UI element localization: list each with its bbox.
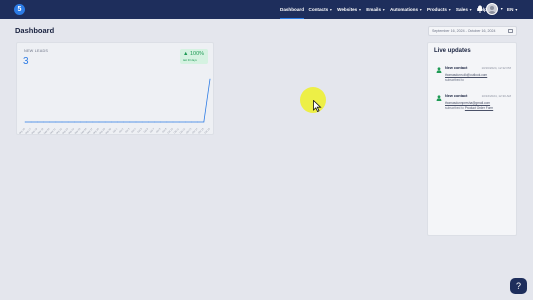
avatar[interactable] xyxy=(486,3,498,15)
leads-data-point xyxy=(147,121,149,123)
leads-data-point xyxy=(141,121,143,123)
leads-data-point xyxy=(123,121,125,123)
leads-data-point xyxy=(49,121,51,123)
x-tick-label: Sep 30 xyxy=(105,128,112,135)
leads-data-point xyxy=(117,121,118,123)
main-nav: Dashboard Contacts▼ Websites▼ Emails▼ Automa… xyxy=(280,0,491,19)
new-leads-card: NEW LEADS 3 ▲ 100% last 30 days Sep 16 Se… xyxy=(16,42,214,135)
leads-data-point xyxy=(110,121,112,123)
date-range-picker[interactable]: September 16, 2024 - October 16, 2024 xyxy=(428,26,517,36)
x-tick-label: Oct 5 xyxy=(137,127,144,134)
nav-item-contacts[interactable]: Contacts▼ xyxy=(309,0,333,19)
form-link[interactable]: Product Order Form xyxy=(465,106,493,110)
live-updates-panel: Live updates New contact 10/16/2024, 12:3… xyxy=(427,42,517,236)
user-add-icon xyxy=(436,95,442,101)
nav-item-products[interactable]: Products▼ xyxy=(427,0,451,19)
nav-item-sales[interactable]: Sales▼ xyxy=(456,0,472,19)
nav-item-automations[interactable]: Automations▼ xyxy=(390,0,423,19)
live-update-time: 10/16/2024, 12:32 PM xyxy=(481,66,511,70)
leads-data-point xyxy=(24,121,26,123)
live-updates-title: Live updates xyxy=(434,48,471,54)
leads-data-point xyxy=(43,121,44,123)
date-range-text: September 16, 2024 - October 16, 2024 xyxy=(432,29,496,33)
leads-data-point xyxy=(80,121,81,123)
leads-data-point xyxy=(55,121,57,123)
page-title: Dashboard xyxy=(15,26,55,35)
nav-item-label: Automations xyxy=(389,7,419,12)
nav-item-dashboard[interactable]: Dashboard xyxy=(280,0,304,19)
nav-item-label: Emails xyxy=(366,7,381,12)
chevron-down-icon: ▼ xyxy=(514,8,519,12)
nav-item-label: Contacts xyxy=(308,7,329,12)
language-selector[interactable]: EN ▼ xyxy=(507,0,518,19)
live-update-name: New contact xyxy=(445,66,468,70)
leads-data-point xyxy=(160,121,162,123)
live-update-name: New contact xyxy=(445,94,468,98)
nav-item-emails[interactable]: Emails▼ xyxy=(366,0,385,19)
chevron-down-icon[interactable]: ▼ xyxy=(500,7,503,11)
mouse-pointer-icon xyxy=(313,100,322,112)
nav-item-label: Dashboard xyxy=(280,7,304,12)
chevron-down-icon: ▼ xyxy=(358,8,362,12)
leads-data-point xyxy=(36,121,38,123)
app-logo[interactable]: 5 xyxy=(14,4,25,15)
chevron-down-icon: ▼ xyxy=(382,8,386,12)
x-tick-label: Oct 7 xyxy=(149,127,156,134)
x-tick-label: Oct 1 xyxy=(112,127,119,134)
leads-data-point xyxy=(178,121,180,123)
live-update-email[interactable]: thomasdunn.dk@outlook.com xyxy=(445,73,487,77)
nav-item-label: Products xyxy=(427,7,447,12)
leads-data-point xyxy=(184,121,186,123)
x-tick-label: Oct 3 xyxy=(125,127,132,134)
help-button[interactable]: ? xyxy=(510,278,527,294)
leads-data-point xyxy=(172,121,174,123)
chevron-down-icon: ▼ xyxy=(329,8,333,12)
chevron-down-icon: ▼ xyxy=(468,8,473,12)
leads-data-point xyxy=(73,121,75,123)
x-tick-label: Oct 16 xyxy=(204,127,211,134)
live-update-time: 10/16/2024, 12:30 AM xyxy=(481,94,511,98)
bell-icon[interactable] xyxy=(477,5,483,13)
chevron-down-icon: ▼ xyxy=(447,8,452,12)
live-update-item: New contact 10/16/2024, 12:32 PM thomasdun… xyxy=(428,65,518,93)
leads-data-point xyxy=(67,121,69,123)
leads-data-point xyxy=(61,121,63,123)
live-update-subscription: subscribed to Product Order Form xyxy=(445,106,493,110)
subscribed-to-text: subscribed to xyxy=(445,78,464,82)
top-navigation-bar: 5 Dashboard Contacts▼ Websites▼ Emails▼ Auto… xyxy=(0,0,533,19)
x-tick-label: Oct 2 xyxy=(118,127,125,134)
x-tick-label: Oct 8 xyxy=(155,127,162,134)
nav-item-websites[interactable]: Websites▼ xyxy=(337,0,362,19)
language-label: EN xyxy=(507,7,514,12)
leads-data-point xyxy=(197,121,199,123)
leads-data-point xyxy=(98,121,100,123)
calendar-icon xyxy=(508,29,513,33)
user-add-icon xyxy=(436,67,442,73)
leads-data-point xyxy=(154,121,155,123)
leads-data-point xyxy=(209,78,211,80)
leads-line-chart: Sep 16 Sep 17 Sep 18 Sep 19 Sep 20 Sep 21 Sep … xyxy=(19,78,211,135)
x-tick-label: Oct 6 xyxy=(143,127,150,134)
leads-data-point xyxy=(86,121,88,123)
live-update-email[interactable]: thomasdunnpresha@gmail.com xyxy=(445,101,490,105)
subscribed-to-text: subscribed to xyxy=(445,106,464,110)
leads-data-point xyxy=(135,121,137,123)
nav-item-label: Websites xyxy=(337,7,358,12)
leads-data-point xyxy=(203,121,205,123)
chevron-down-icon: ▼ xyxy=(419,8,423,12)
leads-series-line xyxy=(25,78,211,123)
leads-data-point xyxy=(166,121,168,123)
live-update-item: New contact 10/16/2024, 12:30 AM thomasdun… xyxy=(428,93,518,121)
x-tick-label: Oct 4 xyxy=(131,127,138,134)
leads-data-point xyxy=(129,121,131,123)
nav-item-label: Sales xyxy=(455,7,468,12)
live-update-subscription: subscribed to xyxy=(445,78,464,82)
leads-data-point xyxy=(30,121,32,123)
leads-data-point xyxy=(191,121,192,123)
leads-data-point xyxy=(104,121,106,123)
leads-data-point xyxy=(92,121,94,123)
